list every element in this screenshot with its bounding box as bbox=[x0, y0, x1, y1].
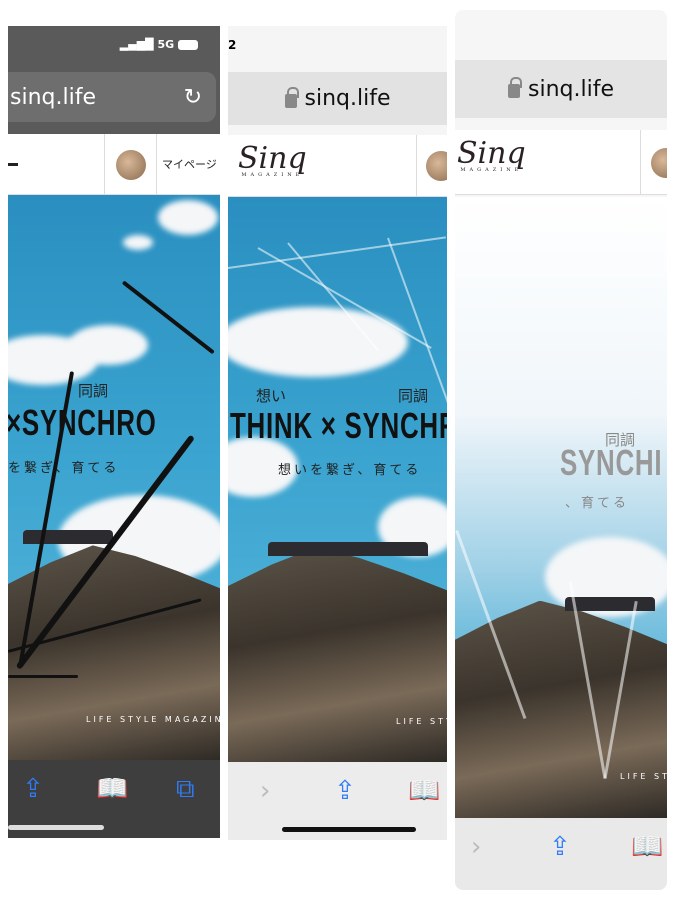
hero-title: SYNCHI bbox=[560, 442, 663, 483]
hero-kanji-right: 同調 bbox=[398, 387, 429, 405]
avatar[interactable] bbox=[426, 151, 447, 181]
avatar[interactable] bbox=[116, 150, 146, 180]
lock-icon bbox=[284, 86, 299, 108]
lock-icon bbox=[508, 77, 522, 98]
site-header: マイページ bbox=[8, 134, 220, 195]
address-bar[interactable]: sinq.life bbox=[228, 72, 447, 125]
hero-image: 同調 SYNCHI 、育てる LIFE ST bbox=[455, 197, 667, 818]
hero-title: THINK × SYNCHR bbox=[230, 405, 447, 446]
header-divider bbox=[156, 134, 157, 194]
hero-tagline: LIFE ST bbox=[620, 772, 667, 781]
tabs-icon[interactable]: ⧉ bbox=[176, 774, 195, 805]
forward-icon[interactable]: › bbox=[260, 776, 270, 806]
avatar[interactable] bbox=[651, 148, 667, 178]
url-text: sinq.life bbox=[304, 86, 391, 111]
bookmarks-icon[interactable]: 📖 bbox=[408, 776, 440, 806]
site-header: Sinq MAGAZINE bbox=[455, 130, 667, 195]
header-divider bbox=[416, 135, 417, 196]
screenshot-3: sinq.life Sinq MAGAZINE 同調 SYNCHI 、育てる LI… bbox=[455, 10, 667, 890]
share-icon[interactable]: ⇪ bbox=[549, 832, 571, 862]
home-indicator bbox=[282, 827, 416, 832]
status-bar: ▂▄▆█ 5G bbox=[120, 38, 198, 51]
screenshot-2: 2 sinq.life Sinq MAGAZINE 想い 同調 THINK × S… bbox=[228, 26, 447, 840]
share-icon[interactable]: ⇪ bbox=[334, 776, 356, 806]
hero-kanji: 同調 bbox=[78, 382, 109, 400]
status-time: 2 bbox=[228, 38, 237, 52]
screenshot-1: ▂▄▆█ 5G sinq.life ↻ マイページ 同調 ×SYNCHRO を繋… bbox=[8, 26, 220, 838]
hero-tagline: LIFE STY bbox=[396, 717, 447, 726]
address-bar[interactable]: sinq.life bbox=[455, 60, 667, 118]
logo-fragment bbox=[8, 163, 18, 166]
hero-subtitle: を繋ぎ、育てる bbox=[8, 461, 120, 476]
reload-icon[interactable]: ↻ bbox=[184, 85, 202, 110]
site-header: Sinq MAGAZINE bbox=[228, 135, 447, 197]
network-label: 5G bbox=[157, 38, 175, 51]
hero-title: ×SYNCHRO bbox=[8, 402, 157, 443]
bookmarks-icon[interactable]: 📖 bbox=[96, 774, 128, 804]
forward-icon[interactable]: › bbox=[471, 832, 481, 862]
hero-tagline: LIFE STYLE MAGAZINE bbox=[86, 715, 220, 724]
sinq-logo[interactable]: Sinq MAGAZINE bbox=[457, 136, 526, 173]
sinq-logo[interactable]: Sinq MAGAZINE bbox=[238, 141, 307, 178]
hero-image: 想い 同調 THINK × SYNCHR 想いを繋ぎ、育てる LIFE STY bbox=[228, 197, 447, 762]
signal-icon: ▂▄▆█ bbox=[119, 38, 154, 51]
url-text: sinq.life bbox=[528, 76, 614, 102]
bookmarks-icon[interactable]: 📖 bbox=[631, 832, 663, 862]
home-indicator bbox=[8, 825, 104, 830]
mypage-link[interactable]: マイページ bbox=[162, 156, 217, 172]
hero-kanji-left: 想い bbox=[256, 387, 287, 405]
drawn-stroke bbox=[8, 675, 78, 678]
hero-subtitle: 想いを繋ぎ、育てる bbox=[278, 463, 422, 478]
share-icon[interactable]: ⇪ bbox=[22, 774, 44, 804]
address-bar[interactable]: sinq.life ↻ bbox=[8, 72, 216, 122]
url-text: sinq.life bbox=[10, 84, 96, 110]
browser-toolbar: › ⇪ 📖 bbox=[455, 818, 667, 890]
header-divider bbox=[640, 130, 641, 194]
battery-icon bbox=[178, 40, 198, 50]
hero-image: 同調 ×SYNCHRO を繋ぎ、育てる LIFE STYLE MAGAZINE bbox=[8, 195, 220, 760]
header-divider bbox=[104, 134, 105, 194]
hero-subtitle: 、育てる bbox=[565, 496, 630, 511]
